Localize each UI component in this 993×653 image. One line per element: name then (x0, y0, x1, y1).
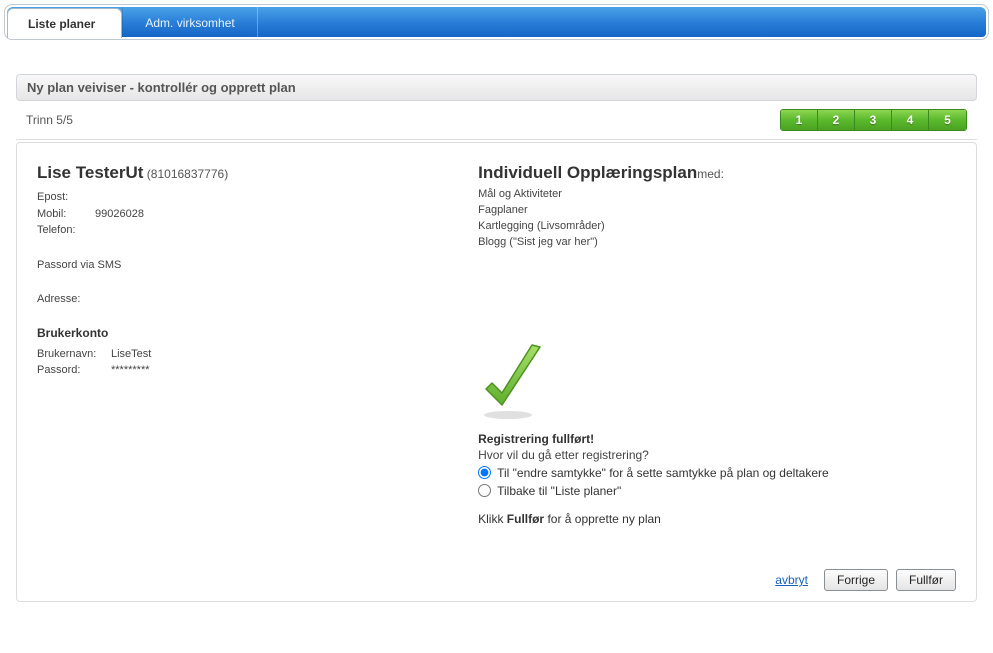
radio-option-list[interactable]: Tilbake til "Liste planer" (478, 484, 956, 498)
radio-list-label: Tilbake til "Liste planer" (497, 484, 621, 498)
step-2[interactable]: 2 (818, 110, 855, 130)
step-4[interactable]: 4 (892, 110, 929, 130)
radio-option-consent[interactable]: Til "endre samtykke" for å sette samtykk… (478, 466, 956, 480)
label-email: Epost: (37, 189, 95, 206)
finish-button[interactable]: Fullfør (896, 569, 956, 591)
app-frame: Liste planer Adm. virksomhet (4, 4, 989, 40)
step-row: Trinn 5/5 1 2 3 4 5 (16, 101, 977, 140)
final-bold: Fullfør (507, 512, 544, 526)
label-mobile: Mobil: (37, 206, 95, 223)
person-name: Lise TesterUt (37, 163, 143, 182)
tab-adm-virksomhet[interactable]: Adm. virksomhet (122, 7, 257, 37)
plan-items: Mål og Aktiviteter Fagplaner Kartlegging… (478, 187, 956, 251)
content-panel: Lise TesterUt (81016837776) Epost: Mobil… (16, 142, 977, 602)
value-mobile: 99026028 (95, 206, 144, 223)
label-phone: Telefon: (37, 222, 95, 239)
radio-list-input[interactable] (478, 484, 491, 497)
final-post: for å opprette ny plan (544, 512, 661, 526)
plan-item-4: Blogg ("Sist jeg var her") (478, 235, 956, 251)
radio-consent-label: Til "endre samtykke" for å sette samtykk… (497, 466, 829, 480)
person-id: (81016837776) (147, 167, 228, 181)
right-column: Individuell Opplæringsplanmed: Mål og Ak… (478, 163, 956, 591)
tab-liste-planer[interactable]: Liste planer (7, 8, 122, 38)
registration-question: Hvor vil du gå etter registrering? (478, 448, 956, 462)
plan-item-1: Mål og Aktiviteter (478, 187, 956, 203)
step-indicator: 1 2 3 4 5 (780, 109, 967, 131)
radio-consent-input[interactable] (478, 466, 491, 479)
step-label: Trinn 5/5 (26, 113, 73, 127)
plan-item-2: Fagplaner (478, 203, 956, 219)
account-heading: Brukerkonto (37, 326, 478, 340)
value-username: LiseTest (111, 346, 151, 363)
step-3[interactable]: 3 (855, 110, 892, 130)
registration-heading: Registrering fullført! (478, 432, 956, 446)
plan-suffix: med: (697, 167, 724, 181)
plan-title: Individuell Opplæringsplan (478, 163, 697, 182)
person-details: Epost: Mobil: 99026028 Telefon: (37, 189, 478, 239)
final-instruction: Klikk Fullfør for å opprette ny plan (478, 512, 956, 526)
plan-item-3: Kartlegging (Livsområder) (478, 219, 956, 235)
tab-bar: Liste planer Adm. virksomhet (7, 7, 986, 37)
value-password: ********* (111, 362, 150, 379)
step-1[interactable]: 1 (781, 110, 818, 130)
left-column: Lise TesterUt (81016837776) Epost: Mobil… (37, 163, 478, 591)
wizard-title: Ny plan veiviser - kontrollér og opprett… (16, 74, 977, 101)
password-sms: Passord via SMS (37, 257, 478, 274)
step-5[interactable]: 5 (929, 110, 966, 130)
label-username: Brukernavn: (37, 346, 111, 363)
label-password: Passord: (37, 362, 111, 379)
checkmark-icon (478, 341, 956, 424)
button-row: avbryt Forrige Fullfør (775, 569, 956, 591)
label-address: Adresse: (37, 293, 80, 305)
final-pre: Klikk (478, 512, 507, 526)
prev-button[interactable]: Forrige (824, 569, 888, 591)
cancel-link[interactable]: avbryt (775, 573, 808, 587)
